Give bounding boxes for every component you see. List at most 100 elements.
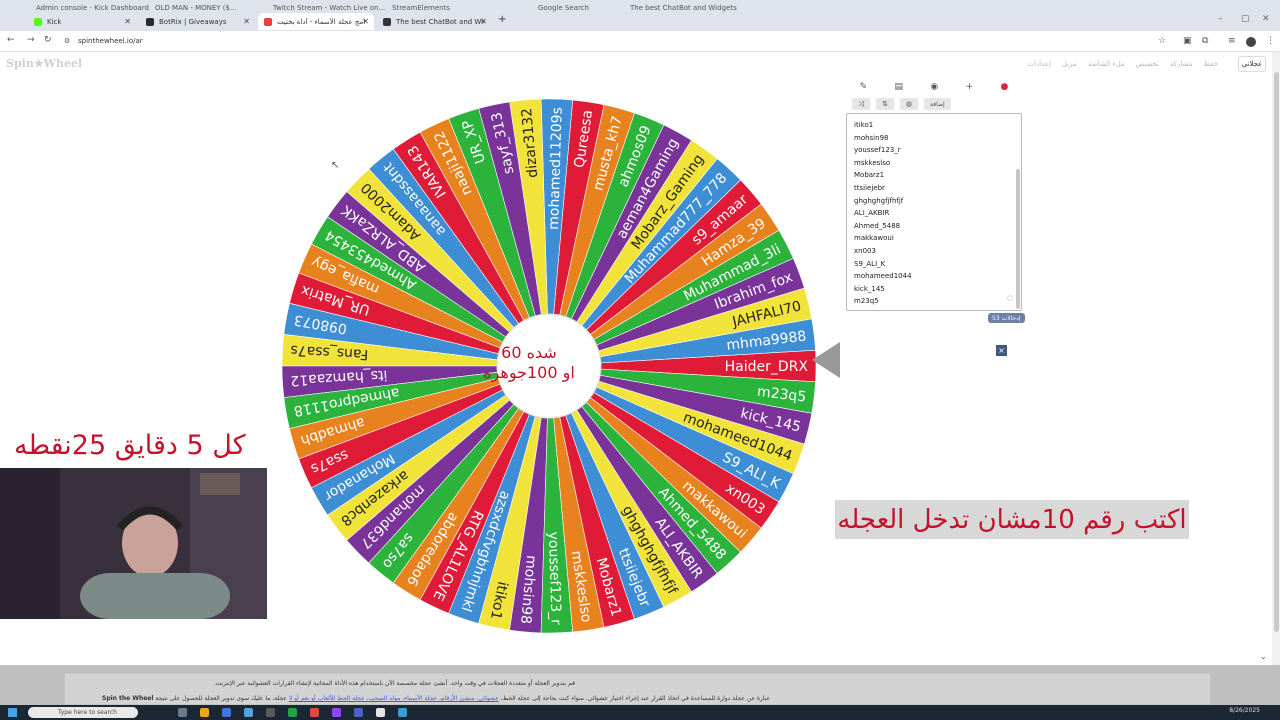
store-icon[interactable] xyxy=(266,708,275,717)
site-logo[interactable]: Spin★Wheel xyxy=(6,57,82,70)
my-wheels-button[interactable]: عجلاتي xyxy=(1238,56,1266,72)
color-wheel-icon[interactable]: ● xyxy=(1000,82,1008,92)
entries-toolbar: ⤨ ⇅ ◍ إضافة xyxy=(846,97,1022,111)
top-menu-item[interactable]: مشاركة xyxy=(1170,60,1193,68)
entry-item[interactable]: youssef123_r xyxy=(854,144,1021,157)
tab-close-icon[interactable]: ✕ xyxy=(243,17,250,26)
stream-overlay-banner: اكتب رقم 10مشان تدخل العجله xyxy=(835,500,1189,539)
mouse-cursor-icon: ↖ xyxy=(331,160,340,171)
entry-item[interactable]: ttsiiejebr xyxy=(854,182,1021,195)
browser-tab[interactable]: BotRix | Giveaways ✕ xyxy=(140,13,255,30)
file-explorer-icon[interactable] xyxy=(200,708,209,717)
bookmark-star-icon[interactable]: ☆ xyxy=(1158,36,1166,46)
footer-line-2: Spin the Wheel عبارة عن عجلة دوارة للمسا… xyxy=(102,695,770,702)
entry-item[interactable]: S9_ALI_K xyxy=(854,258,1021,271)
tab-close-icon[interactable]: ✕ xyxy=(362,17,369,26)
tab-close-icon[interactable]: ✕ xyxy=(124,17,131,26)
os-taskbar: Type here to search 8/26/2025 xyxy=(0,705,1280,720)
tab-row: Kick ✕ BotRix | Giveaways ✕ برنامج عجلة الأس… xyxy=(0,12,1280,31)
background-tab[interactable]: The best ChatBot and Widgets xyxy=(630,4,737,12)
kebab-menu-icon[interactable]: ⋮ xyxy=(1266,36,1275,46)
top-menu: حفظ مشاركة تخصيص ملء الشاشة تنزيل إعدادات xyxy=(1027,60,1218,68)
footer-links[interactable]: عشوائي، منشئ الأرقام، عجلة الأسماء، مولد… xyxy=(289,695,499,702)
site-info-icon[interactable]: ⚙ xyxy=(64,37,70,45)
edge-icon[interactable] xyxy=(222,708,231,717)
obs-icon[interactable] xyxy=(376,708,385,717)
minimize-icon[interactable]: – xyxy=(1218,14,1223,24)
top-menu-item[interactable]: حفظ xyxy=(1203,60,1218,68)
profile-avatar[interactable] xyxy=(1246,37,1256,47)
wheel-center-line2: او 100جوهره xyxy=(483,363,575,383)
taskview-icon[interactable] xyxy=(178,708,187,717)
taskbar-date: 8/26/2025 xyxy=(1229,707,1260,714)
entry-item[interactable]: m23q5 xyxy=(854,295,1021,308)
image-icon[interactable]: ◍ xyxy=(900,98,918,110)
taskbar-search-input[interactable]: Type here to search xyxy=(28,707,138,718)
new-tab-button[interactable]: + xyxy=(498,14,506,25)
background-tab[interactable]: Google Search xyxy=(538,4,589,12)
windows-start-icon[interactable] xyxy=(8,708,17,717)
entry-item[interactable]: xn003 xyxy=(854,245,1021,258)
back-icon[interactable]: ← xyxy=(7,35,15,45)
background-tab[interactable]: StreamElements xyxy=(392,4,450,12)
tab-favicon-icon xyxy=(264,17,272,26)
browser-tab[interactable]: Kick ✕ xyxy=(28,13,136,30)
spin-wheel[interactable]: Haider_DRXmhma9988JAHFALI70Ibrahim_foxMu… xyxy=(279,96,819,636)
entries-scrollbar[interactable] xyxy=(1016,169,1020,309)
sort-icon[interactable]: ⇅ xyxy=(876,98,894,110)
top-menu-item[interactable]: تنزيل xyxy=(1062,60,1077,68)
webcam-overlay xyxy=(0,468,267,619)
url-field[interactable]: spinthewheel.io/ar xyxy=(78,37,143,45)
pencil-icon[interactable]: ✎ xyxy=(860,82,868,92)
entry-item[interactable]: kick_145 xyxy=(854,283,1021,296)
entries-list: itiko1 mohsin98 youssef123_r mskkeslso Mobar… xyxy=(854,119,1021,311)
background-tab[interactable]: Twitch Stream - Watch Live on... xyxy=(273,4,385,12)
reload-icon[interactable]: ↻ xyxy=(44,35,52,45)
spotify-icon[interactable] xyxy=(288,708,297,717)
entry-item[interactable]: mohameed1044 xyxy=(854,270,1021,283)
add-image-button[interactable]: إضافة xyxy=(924,98,951,110)
close-button[interactable]: × xyxy=(996,345,1007,356)
twitch-icon[interactable] xyxy=(332,708,341,717)
reset-icon[interactable]: ◌ xyxy=(1007,294,1013,302)
background-tab[interactable]: Admin console - Kick Dashboard xyxy=(36,4,149,12)
entry-item[interactable]: Haider_DRX xyxy=(854,308,1021,311)
page-scrollbar-thumb[interactable] xyxy=(1274,72,1279,632)
close-window-icon[interactable]: ✕ xyxy=(1262,14,1270,24)
top-menu-item[interactable]: تخصيص xyxy=(1136,60,1159,68)
entry-item[interactable]: makkawoui xyxy=(854,232,1021,245)
chrome-icon[interactable] xyxy=(310,708,319,717)
app-icon[interactable] xyxy=(398,708,407,717)
entries-textarea[interactable]: itiko1 mohsin98 youssef123_r mskkeslso Mobar… xyxy=(846,113,1022,311)
puzzle-icon[interactable]: ⧉ xyxy=(1202,36,1208,46)
entry-item[interactable]: Ahmed_5488 xyxy=(854,220,1021,233)
clipboard-icon[interactable]: ▤ xyxy=(895,82,904,92)
tab-favicon-icon xyxy=(146,17,154,26)
shuffle-icon[interactable]: ⤨ xyxy=(852,98,870,110)
background-tab-row: Admin console - Kick Dashboard OLD MAN - … xyxy=(0,0,1280,12)
browser-tab[interactable]: The best ChatBot and Widgets✕ xyxy=(377,13,492,30)
top-menu-item[interactable]: إعدادات xyxy=(1027,60,1050,68)
browser-tab[interactable]: برنامج عجلة الأسماء - أداة بختيت ✕ xyxy=(258,13,374,30)
top-menu-item[interactable]: ملء الشاشة xyxy=(1088,60,1125,68)
maximize-icon[interactable]: ▢ xyxy=(1241,14,1250,24)
tab-label: برنامج عجلة الأسماء - أداة بختيت xyxy=(277,17,365,26)
wheel-pointer xyxy=(812,342,840,378)
entry-item[interactable]: ghghghgfjfhfjf xyxy=(854,195,1021,208)
chevron-down-icon[interactable]: ⌄ xyxy=(1260,652,1267,661)
tab-close-icon[interactable]: ✕ xyxy=(480,17,487,26)
entry-item[interactable]: itiko1 xyxy=(854,119,1021,132)
plus-icon[interactable]: + xyxy=(966,82,974,92)
entry-item[interactable]: Mobarz1 xyxy=(854,169,1021,182)
discord-icon[interactable] xyxy=(354,708,363,717)
extension-icon[interactable]: ▣ xyxy=(1183,36,1192,46)
footer: قم بتدوير العجلة أو متعددة العجلات في وق… xyxy=(0,665,1280,705)
background-tab[interactable]: OLD MAN - MONEY ($... xyxy=(155,4,237,12)
entry-item[interactable]: ALI_AKBIR xyxy=(854,207,1021,220)
mail-icon[interactable] xyxy=(244,708,253,717)
eye-slash-icon[interactable]: ◉ xyxy=(930,82,938,92)
menu-lines-icon[interactable]: ≡ xyxy=(1228,36,1236,46)
entry-item[interactable]: mohsin98 xyxy=(854,132,1021,145)
forward-icon[interactable]: → xyxy=(27,35,35,45)
entry-item[interactable]: mskkeslso xyxy=(854,157,1021,170)
